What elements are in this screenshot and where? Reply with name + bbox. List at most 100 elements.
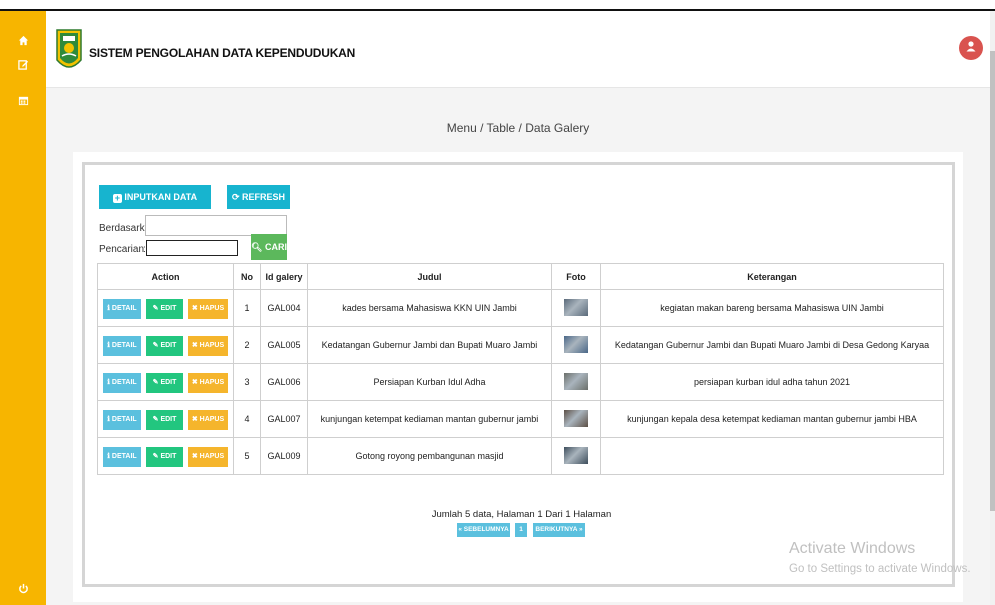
search-button-label: CARI: [264, 242, 287, 252]
cell-judul: kunjungan ketempat kediaman mantan guber…: [307, 400, 552, 438]
edit-button[interactable]: ✎ EDIT: [146, 410, 183, 430]
cell-id: GAL005: [260, 326, 308, 364]
action-cell: ℹ DETAIL ✎ EDIT ✖ HAPUS: [97, 363, 234, 401]
page-1-button[interactable]: 1: [515, 523, 527, 537]
cell-no: 4: [233, 400, 261, 438]
table-row: ℹ DETAIL ✎ EDIT ✖ HAPUS 4 GAL007 kunjung…: [97, 400, 944, 438]
search-icon: 🔍︎: [251, 242, 263, 252]
col-no: No: [233, 263, 261, 290]
gallery-table: Action No Id galery Judul Foto Keteranga…: [97, 263, 944, 475]
detail-button[interactable]: ℹ DETAIL: [103, 410, 141, 430]
calendar-icon[interactable]: [0, 95, 46, 109]
filter-by-field[interactable]: [145, 215, 287, 236]
edit-button[interactable]: ✎ EDIT: [146, 447, 183, 467]
new-data-button[interactable]: + INPUTKAN DATA BARU: [99, 185, 211, 226]
detail-button[interactable]: ℹ DETAIL: [103, 447, 141, 467]
action-cell: ℹ DETAIL ✎ EDIT ✖ HAPUS: [97, 400, 234, 438]
regency-logo: [55, 28, 83, 74]
cell-no: 2: [233, 326, 261, 364]
cell-foto: [551, 326, 601, 364]
edit-button[interactable]: ✎ EDIT: [146, 373, 183, 393]
delete-button[interactable]: ✖ HAPUS: [188, 336, 228, 356]
delete-button[interactable]: ✖ HAPUS: [188, 447, 228, 467]
photo-thumbnail[interactable]: [564, 335, 588, 353]
next-page-button[interactable]: BERIKUTNYA »: [533, 523, 585, 537]
x-icon: ✖: [191, 379, 198, 386]
info-icon: ℹ: [107, 416, 110, 423]
cell-foto: [551, 400, 601, 438]
search-label: Pencarian: [99, 244, 145, 255]
detail-button[interactable]: ℹ DETAIL: [103, 373, 141, 393]
photo-thumbnail[interactable]: [564, 446, 588, 464]
main-content: Menu / Table / Data Galery + INPUTKAN DA…: [46, 88, 990, 605]
app-title: SISTEM PENGOLAHAN DATA KEPENDUDUKAN: [89, 46, 356, 60]
action-cell: ℹ DETAIL ✎ EDIT ✖ HAPUS: [97, 289, 234, 327]
scrollbar-thumb[interactable]: [990, 51, 995, 511]
photo-thumbnail[interactable]: [564, 372, 588, 390]
cell-keterangan: Kedatangan Gubernur Jambi dan Bupati Mua…: [600, 326, 944, 364]
edit-icon[interactable]: [0, 59, 46, 73]
cell-judul: Kedatangan Gubernur Jambi dan Bupati Mua…: [307, 326, 552, 364]
pencil-icon: ✎: [152, 379, 159, 386]
refresh-icon: ⟳: [231, 192, 240, 202]
cell-id: GAL006: [260, 363, 308, 401]
detail-button[interactable]: ℹ DETAIL: [103, 336, 141, 356]
pencil-icon: ✎: [152, 305, 159, 312]
user-avatar[interactable]: [959, 36, 983, 60]
col-id: Id galery: [260, 263, 308, 290]
action-cell: ℹ DETAIL ✎ EDIT ✖ HAPUS: [97, 326, 234, 364]
pencil-icon: ✎: [152, 342, 159, 349]
photo-thumbnail[interactable]: [564, 298, 588, 316]
cell-id: GAL007: [260, 400, 308, 438]
cell-foto: [551, 289, 601, 327]
edit-button[interactable]: ✎ EDIT: [146, 299, 183, 319]
search-button[interactable]: 🔍︎ CARI: [251, 234, 287, 260]
cell-keterangan: [600, 437, 944, 475]
home-icon[interactable]: [0, 35, 46, 49]
sidebar: [0, 11, 46, 605]
plus-icon: +: [112, 193, 122, 203]
x-icon: ✖: [191, 416, 198, 423]
cell-foto: [551, 363, 601, 401]
top-header: SISTEM PENGOLAHAN DATA KEPENDUDUKAN: [46, 11, 990, 88]
detail-button[interactable]: ℹ DETAIL: [103, 299, 141, 319]
cell-id: GAL004: [260, 289, 308, 327]
pagination-summary: Jumlah 5 data, Halaman 1 Dari 1 Halaman: [431, 509, 612, 520]
user-icon: [966, 41, 976, 52]
col-foto: Foto: [551, 263, 601, 290]
info-icon: ℹ: [107, 379, 110, 386]
refresh-button[interactable]: ⟳ REFRESH: [227, 185, 290, 209]
table-row: ℹ DETAIL ✎ EDIT ✖ HAPUS 3 GAL006 Persiap…: [97, 363, 944, 401]
page-scrollbar[interactable]: [990, 11, 995, 605]
info-icon: ℹ: [107, 342, 110, 349]
delete-button[interactable]: ✖ HAPUS: [188, 299, 228, 319]
delete-button[interactable]: ✖ HAPUS: [188, 410, 228, 430]
photo-thumbnail[interactable]: [564, 409, 588, 427]
table-row: ℹ DETAIL ✎ EDIT ✖ HAPUS 5 GAL009 Gotong …: [97, 437, 944, 475]
table-row: ℹ DETAIL ✎ EDIT ✖ HAPUS 2 GAL005 Kedatan…: [97, 326, 944, 364]
info-icon: ℹ: [107, 453, 110, 460]
cell-keterangan: kegiatan makan bareng bersama Mahasiswa …: [600, 289, 944, 327]
data-panel: + INPUTKAN DATA BARU ⟳ REFRESH Berdasark…: [73, 152, 963, 602]
cell-no: 3: [233, 363, 261, 401]
cell-judul: Persiapan Kurban Idul Adha: [307, 363, 552, 401]
power-icon[interactable]: [0, 583, 46, 597]
cell-no: 1: [233, 289, 261, 327]
cell-id: GAL009: [260, 437, 308, 475]
cell-foto: [551, 437, 601, 475]
prev-page-button[interactable]: « SEBELUMNYA: [457, 523, 510, 537]
action-cell: ℹ DETAIL ✎ EDIT ✖ HAPUS: [97, 437, 234, 475]
search-input[interactable]: [146, 240, 238, 256]
cell-judul: Gotong royong pembangunan masjid: [307, 437, 552, 475]
x-icon: ✖: [191, 305, 198, 312]
activate-windows-hint: Go to Settings to activate Windows.: [789, 563, 971, 575]
data-panel-inner: + INPUTKAN DATA BARU ⟳ REFRESH Berdasark…: [82, 162, 955, 587]
cell-keterangan: kunjungan kepala desa ketempat kediaman …: [600, 400, 944, 438]
cell-judul: kades bersama Mahasiswa KKN UIN Jambi: [307, 289, 552, 327]
pencil-icon: ✎: [152, 416, 159, 423]
edit-button[interactable]: ✎ EDIT: [146, 336, 183, 356]
activate-windows-title: Activate Windows: [789, 540, 916, 557]
window-top-edge: [0, 0, 995, 9]
delete-button[interactable]: ✖ HAPUS: [188, 373, 228, 393]
pencil-icon: ✎: [152, 453, 159, 460]
